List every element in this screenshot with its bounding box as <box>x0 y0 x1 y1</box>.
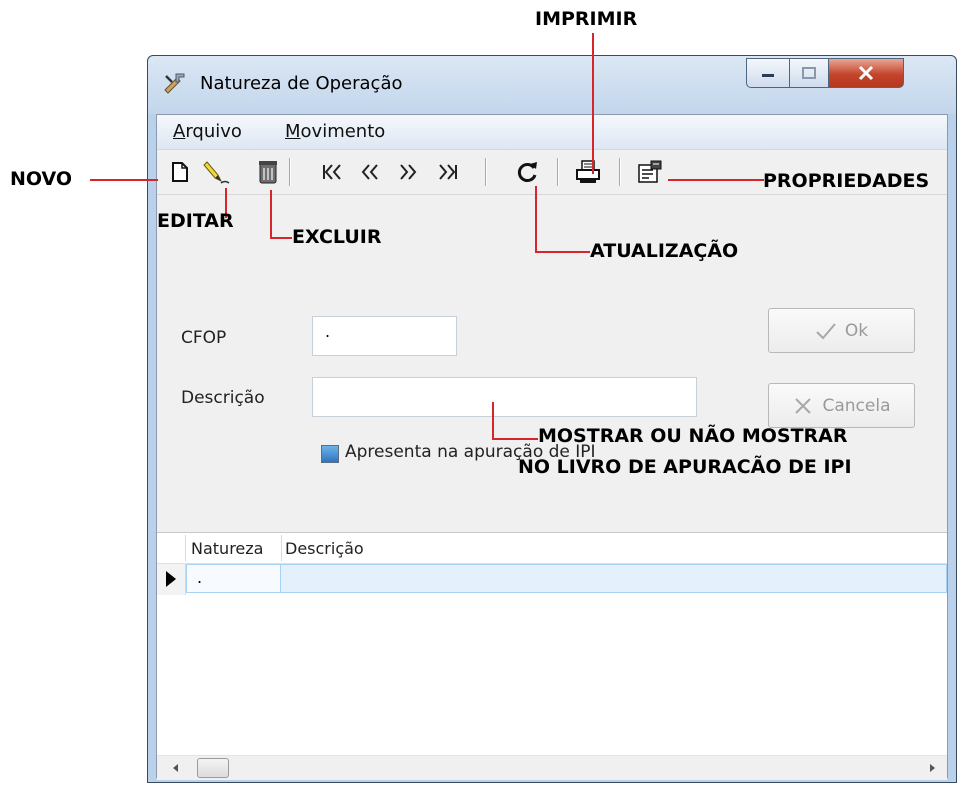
column-header-natureza[interactable]: Natureza <box>191 539 263 558</box>
annotation-line <box>492 402 494 440</box>
annotation-imprimir: IMPRIMIR <box>535 8 638 30</box>
row-indicator <box>157 564 186 595</box>
edit-button[interactable] <box>201 157 231 187</box>
column-divider <box>281 535 282 561</box>
menu-arquivo-accel: A <box>173 121 186 142</box>
print-button[interactable] <box>573 157 603 187</box>
last-icon <box>439 164 457 180</box>
annotation-line <box>270 237 292 239</box>
close-icon <box>858 65 874 81</box>
maximize-icon <box>802 67 816 79</box>
edit-icon <box>203 161 230 184</box>
current-row-arrow-icon <box>166 571 176 587</box>
title-bar[interactable]: Natureza de Operação <box>148 56 956 114</box>
scroll-thumb[interactable] <box>197 758 229 778</box>
grid-header: Natureza Descrição <box>157 533 947 564</box>
ok-button-label: Ok <box>844 320 869 341</box>
properties-icon <box>638 160 662 183</box>
descricao-label: Descrição <box>181 388 265 408</box>
delete-icon <box>259 161 277 184</box>
cell-natureza-text: . <box>197 568 203 587</box>
data-grid[interactable]: Natureza Descrição . <box>157 532 947 780</box>
refresh-icon <box>517 162 537 182</box>
cfop-label: CFOP <box>181 328 227 348</box>
delete-button[interactable] <box>253 157 283 187</box>
check-icon <box>816 322 836 339</box>
annotation-line <box>492 438 538 440</box>
column-divider <box>185 535 186 561</box>
scroll-left-icon[interactable] <box>171 763 181 773</box>
new-button[interactable] <box>165 157 195 187</box>
first-button[interactable] <box>317 157 347 187</box>
tools-icon <box>162 70 188 96</box>
new-icon <box>172 162 188 182</box>
annotation-line <box>535 186 537 253</box>
close-button[interactable] <box>828 58 904 88</box>
annotation-line <box>592 33 594 174</box>
properties-button[interactable] <box>635 157 665 187</box>
horizontal-scrollbar[interactable] <box>157 755 947 780</box>
toolbar-separator <box>557 158 559 186</box>
maximize-button[interactable] <box>789 58 829 88</box>
cfop-input[interactable]: . <box>312 316 457 356</box>
refresh-button[interactable] <box>513 157 543 187</box>
annotation-line <box>90 179 158 181</box>
menu-arquivo-label: rquivo <box>185 121 242 142</box>
menu-bar: Arquivo Movimento <box>157 115 947 150</box>
minimize-icon <box>762 74 774 77</box>
cell-descricao[interactable] <box>281 564 947 593</box>
annotation-mostrar-line1: MOSTRAR OU NÃO MOSTRAR <box>538 425 848 447</box>
scroll-right-icon[interactable] <box>927 763 937 773</box>
annotation-line <box>668 179 764 181</box>
minimize-button[interactable] <box>746 58 790 88</box>
annotation-atualizacao: ATUALIZAÇÃO <box>590 240 739 262</box>
cancel-button-label: Cancela <box>822 395 891 416</box>
cancel-button[interactable]: Cancela <box>768 383 915 428</box>
annotation-novo: NOVO <box>10 168 73 190</box>
annotation-excluir: EXCLUIR <box>292 226 382 248</box>
ipi-checkbox[interactable] <box>321 445 339 463</box>
annotation-propriedades: PROPRIEDADES <box>763 170 930 192</box>
first-icon <box>323 164 341 180</box>
menu-movimento-accel: M <box>285 121 301 142</box>
column-header-descricao[interactable]: Descrição <box>285 539 364 558</box>
prior-icon <box>361 164 378 180</box>
table-row[interactable]: . <box>157 564 947 595</box>
menu-arquivo[interactable]: Arquivo <box>173 121 242 142</box>
annotation-line <box>535 251 590 253</box>
annotation-editar: EDITAR <box>157 210 234 232</box>
cancel-icon <box>795 397 812 414</box>
toolbar-separator <box>289 158 291 186</box>
cell-natureza[interactable]: . <box>186 564 281 593</box>
print-icon <box>576 160 600 183</box>
toolbar-separator <box>619 158 621 186</box>
menu-movimento[interactable]: Movimento <box>285 121 385 142</box>
descricao-input[interactable] <box>312 377 697 417</box>
prior-button[interactable] <box>355 157 385 187</box>
next-icon <box>400 164 417 180</box>
annotation-line <box>270 190 272 239</box>
last-button[interactable] <box>433 157 463 187</box>
toolbar-separator <box>485 158 487 186</box>
ok-button[interactable]: Ok <box>768 308 915 353</box>
window-title: Natureza de Operação <box>200 73 403 94</box>
next-button[interactable] <box>393 157 423 187</box>
annotation-mostrar-line2: NO LIVRO DE APURACÃO DE IPI <box>518 456 852 478</box>
menu-movimento-label: ovimento <box>300 121 386 142</box>
application-window: Natureza de Operação Arquivo Movimento C… <box>147 55 957 783</box>
